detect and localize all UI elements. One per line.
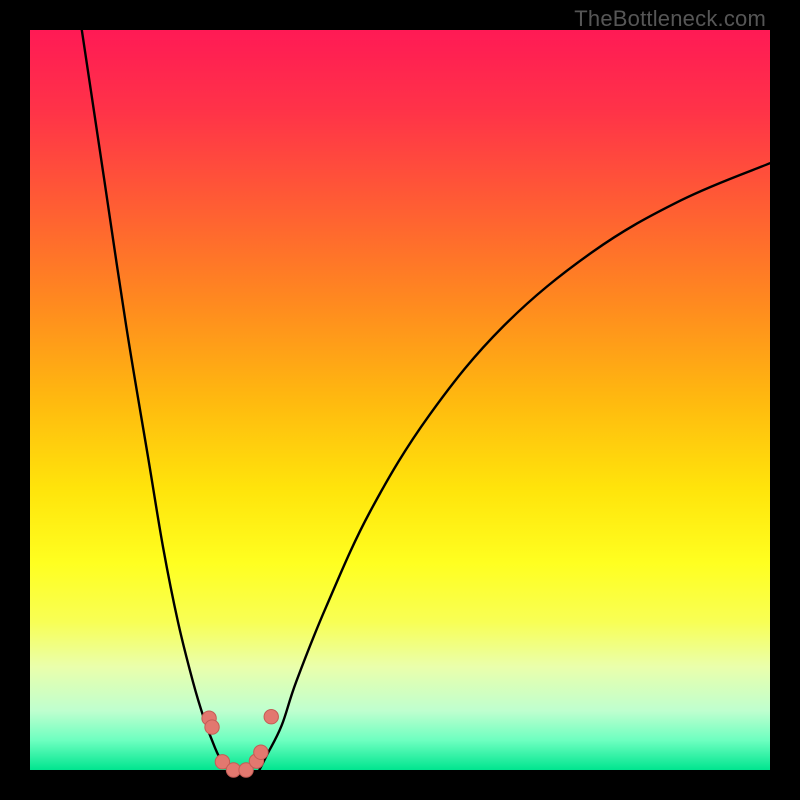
marker-point (264, 710, 278, 724)
curve-layer (30, 30, 770, 770)
marker-point (205, 720, 219, 734)
left-branch-curve (82, 30, 230, 770)
plot-area (30, 30, 770, 770)
right-branch-curve (259, 163, 770, 770)
watermark-text: TheBottleneck.com (574, 6, 766, 32)
chart-frame: TheBottleneck.com (0, 0, 800, 800)
marker-point (254, 745, 268, 759)
